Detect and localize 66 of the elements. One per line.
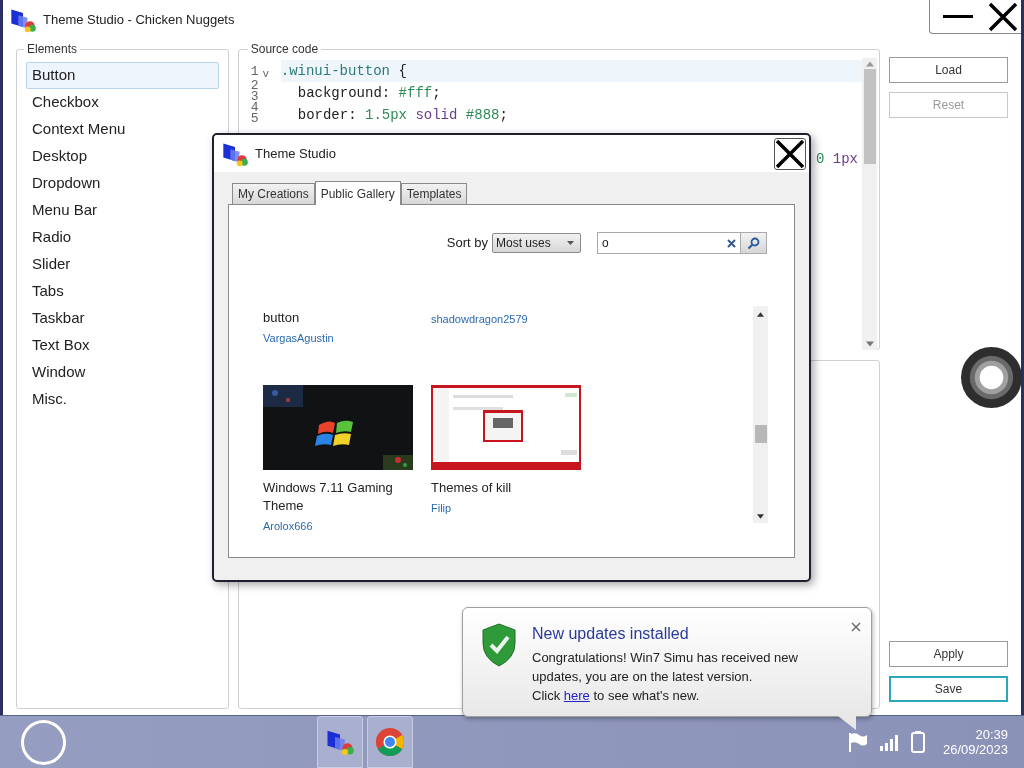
search-field[interactable]: o — [597, 232, 767, 254]
search-value: o — [601, 235, 610, 252]
balloon-tail — [838, 716, 858, 730]
signal-icon[interactable] — [878, 733, 901, 751]
clock-date: 26/09/2023 — [942, 742, 1008, 757]
scroll-thumb[interactable] — [863, 69, 876, 164]
theme-title[interactable]: Themes of kill — [431, 478, 581, 497]
code-line: 0 1px — [816, 149, 859, 169]
author-link[interactable]: Arolox666 — [263, 517, 413, 534]
taskbar-app-button[interactable] — [317, 716, 363, 768]
theme-title[interactable]: Windows 7.11 Gaming Theme — [263, 478, 413, 515]
window-title: Theme Studio - Chicken Nuggets — [43, 11, 235, 30]
close-icon — [851, 622, 861, 632]
tab[interactable]: Templates — [400, 183, 468, 204]
clear-icon[interactable] — [727, 238, 736, 248]
caret-icon — [567, 241, 574, 245]
line-number: 5 — [250, 113, 259, 124]
element-list-item[interactable]: Context Menu — [26, 116, 219, 143]
element-list-item[interactable]: Button — [26, 62, 219, 89]
author-link[interactable]: VargasAgustin — [263, 330, 413, 347]
panel-title: Source code — [249, 41, 320, 58]
shield-check-icon — [481, 623, 517, 667]
scrollbar[interactable] — [753, 306, 768, 523]
tab[interactable]: My Creations — [232, 183, 315, 204]
theme-title[interactable]: button — [263, 309, 413, 327]
here-link[interactable]: here — [563, 688, 590, 703]
element-list-item[interactable]: Checkbox — [26, 89, 219, 116]
action-button[interactable]: Save — [889, 676, 1008, 702]
minimize-icon — [942, 15, 973, 19]
search-button[interactable] — [740, 233, 766, 253]
browser-icon — [375, 727, 405, 757]
author-link[interactable]: shadowdragon2579 — [431, 311, 581, 328]
action-button[interactable]: Apply — [889, 641, 1008, 667]
scroll-thumb[interactable] — [754, 425, 767, 443]
panel-title: Elements — [26, 41, 79, 58]
sort-label: Sort by — [446, 234, 488, 253]
clock-time: 20:39 — [975, 727, 1008, 742]
scrollbar[interactable] — [862, 58, 877, 350]
search-icon — [747, 236, 760, 250]
scroll-up-icon — [865, 61, 874, 67]
line-number: 1 — [250, 66, 259, 80]
close-icon — [988, 2, 1018, 32]
taskbar-app-button[interactable] — [367, 716, 413, 768]
flag-icon[interactable] — [846, 731, 869, 753]
scroll-up-icon — [757, 312, 764, 317]
line-number: 2 — [250, 80, 259, 91]
dialog-title: Theme Studio — [255, 144, 336, 163]
scroll-down-icon — [865, 341, 874, 347]
code-line: background: #fff; — [296, 83, 442, 103]
sort-dropdown[interactable]: Most uses — [492, 233, 581, 253]
notification-title: New updates installed — [532, 624, 690, 644]
action-button[interactable]: Load — [889, 57, 1008, 83]
line-number: 3 — [250, 91, 259, 102]
line-number: 4 — [250, 102, 259, 113]
fold-marker[interactable]: v — [262, 69, 270, 80]
start-button[interactable] — [21, 719, 66, 765]
close-button[interactable] — [774, 137, 806, 170]
battery-icon[interactable] — [910, 731, 925, 753]
notification-message: Click here to see what's new. — [532, 687, 701, 705]
close-icon — [776, 139, 804, 168]
floating-ring-icon[interactable] — [960, 346, 1023, 409]
scroll-down-icon — [757, 514, 764, 519]
author-link[interactable]: Filip — [431, 499, 581, 516]
tab[interactable]: Public Gallery — [314, 181, 401, 205]
code-line: border: 1.5px solid #888; — [296, 105, 509, 125]
notification-message: Congratulations! Win7 Simu has received new updates, you are on the latest version. — [532, 649, 799, 686]
